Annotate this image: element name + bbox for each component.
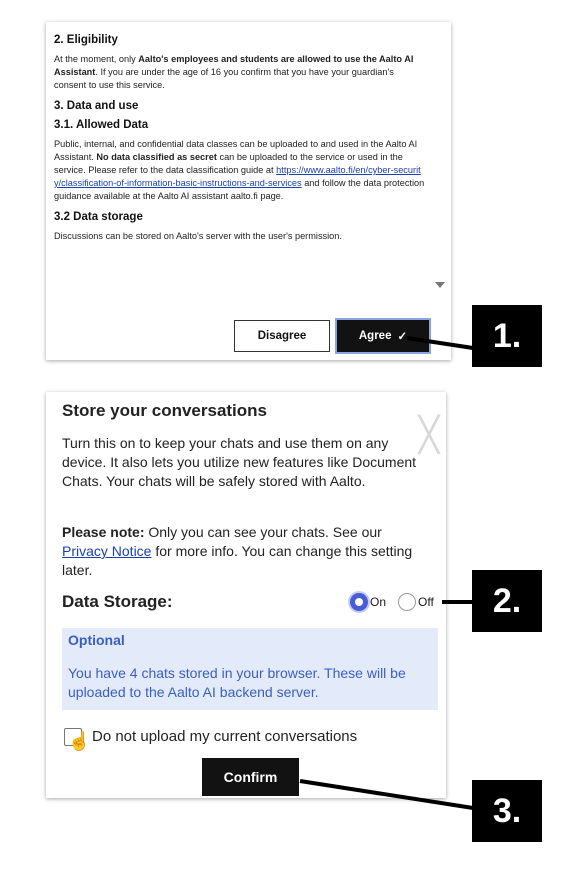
callout-1: 1. xyxy=(472,305,542,367)
callout-2: 2. xyxy=(472,570,542,632)
callout-line-1 xyxy=(406,336,474,350)
callout-lines xyxy=(299,336,474,810)
callout-line-3 xyxy=(299,779,474,810)
callout-3: 3. xyxy=(472,780,542,842)
